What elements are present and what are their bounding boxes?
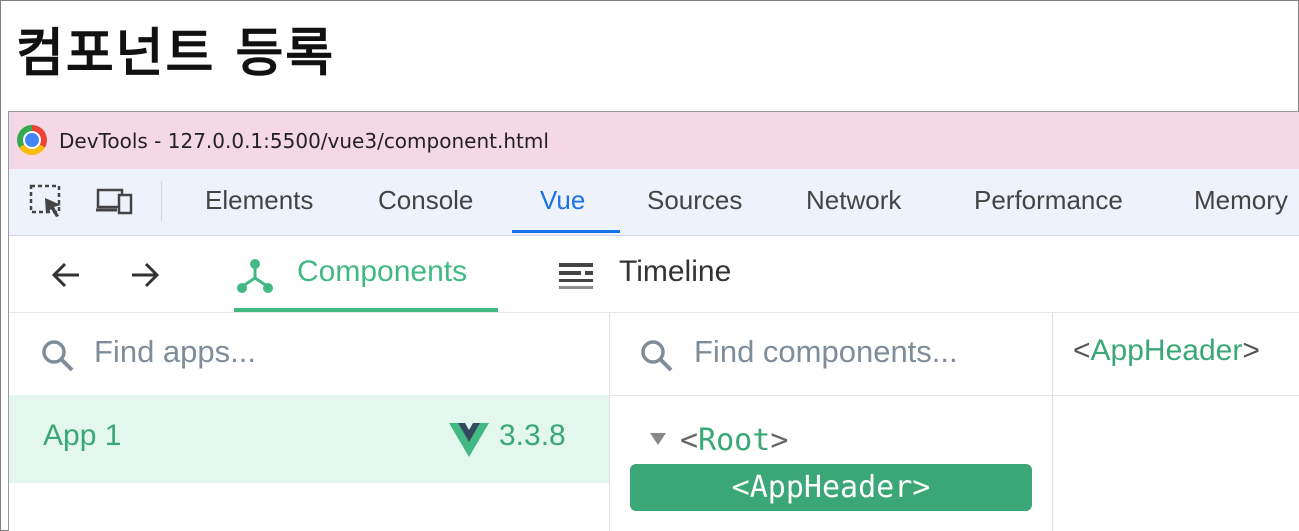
tree-node-appheader-selected[interactable]: <AppHeader> xyxy=(630,464,1032,511)
chrome-logo-icon xyxy=(17,125,47,155)
tab-performance[interactable]: Performance xyxy=(974,185,1123,233)
inspector-component-name: AppHeader xyxy=(1090,334,1243,367)
vue-tab-indicator xyxy=(234,308,498,312)
tab-console[interactable]: Console xyxy=(378,185,473,233)
app-name: App 1 xyxy=(43,419,122,452)
timeline-icon xyxy=(559,263,593,289)
components-search-placeholder: Find components... xyxy=(694,334,958,369)
element-picker-icon[interactable] xyxy=(27,183,67,219)
tree-node-root[interactable]: <Root> xyxy=(680,423,788,458)
vue-tab-components[interactable]: Components xyxy=(297,255,467,289)
vue-tab-timeline[interactable]: Timeline xyxy=(619,255,731,289)
search-icon xyxy=(42,340,74,372)
app-list-item[interactable]: App 1 3.3.8 xyxy=(9,395,609,483)
page-heading: 컴포넌트 등록 xyxy=(16,24,336,84)
inspector-title: <AppHeader> xyxy=(1073,334,1260,368)
inspector-bracket: < xyxy=(1073,334,1091,367)
arrow-left-icon[interactable] xyxy=(49,258,83,292)
window-titlebar: DevTools - 127.0.0.1:5500/vue3/component… xyxy=(9,112,1299,169)
components-search[interactable]: Find components... xyxy=(610,313,1052,396)
devtools-window: DevTools - 127.0.0.1:5500/vue3/component… xyxy=(8,111,1299,531)
arrow-right-icon[interactable] xyxy=(128,258,162,292)
search-icon xyxy=(641,340,673,372)
panel-divider xyxy=(1052,313,1053,531)
devtools-tabbar: Elements Console Vue Sources Network Per… xyxy=(9,169,1299,236)
component-tree-icon xyxy=(237,259,273,293)
window-title: DevTools - 127.0.0.1:5500/vue3/component… xyxy=(59,129,549,153)
apps-search[interactable]: Find apps... xyxy=(9,313,609,396)
tab-network[interactable]: Network xyxy=(806,185,901,233)
inspector-divider xyxy=(1053,395,1299,396)
tree-node-name: Root xyxy=(698,423,771,458)
collapse-triangle-icon[interactable] xyxy=(650,433,666,445)
tab-vue[interactable]: Vue xyxy=(540,185,585,233)
tab-sources[interactable]: Sources xyxy=(647,185,742,233)
active-tab-indicator xyxy=(512,230,620,233)
vue-logo-icon xyxy=(449,423,489,457)
inspector-bracket: > xyxy=(1242,334,1260,367)
tree-bracket: > xyxy=(770,423,789,458)
app-version: 3.3.8 xyxy=(499,419,566,452)
device-toggle-icon[interactable] xyxy=(95,183,135,219)
vue-toolbar: Components Timeline xyxy=(9,236,1299,313)
tab-elements[interactable]: Elements xyxy=(205,185,313,233)
tree-bracket: < xyxy=(680,423,699,458)
toolbar-separator xyxy=(161,181,162,221)
tab-memory[interactable]: Memory xyxy=(1194,185,1288,233)
apps-search-placeholder: Find apps... xyxy=(94,334,256,369)
